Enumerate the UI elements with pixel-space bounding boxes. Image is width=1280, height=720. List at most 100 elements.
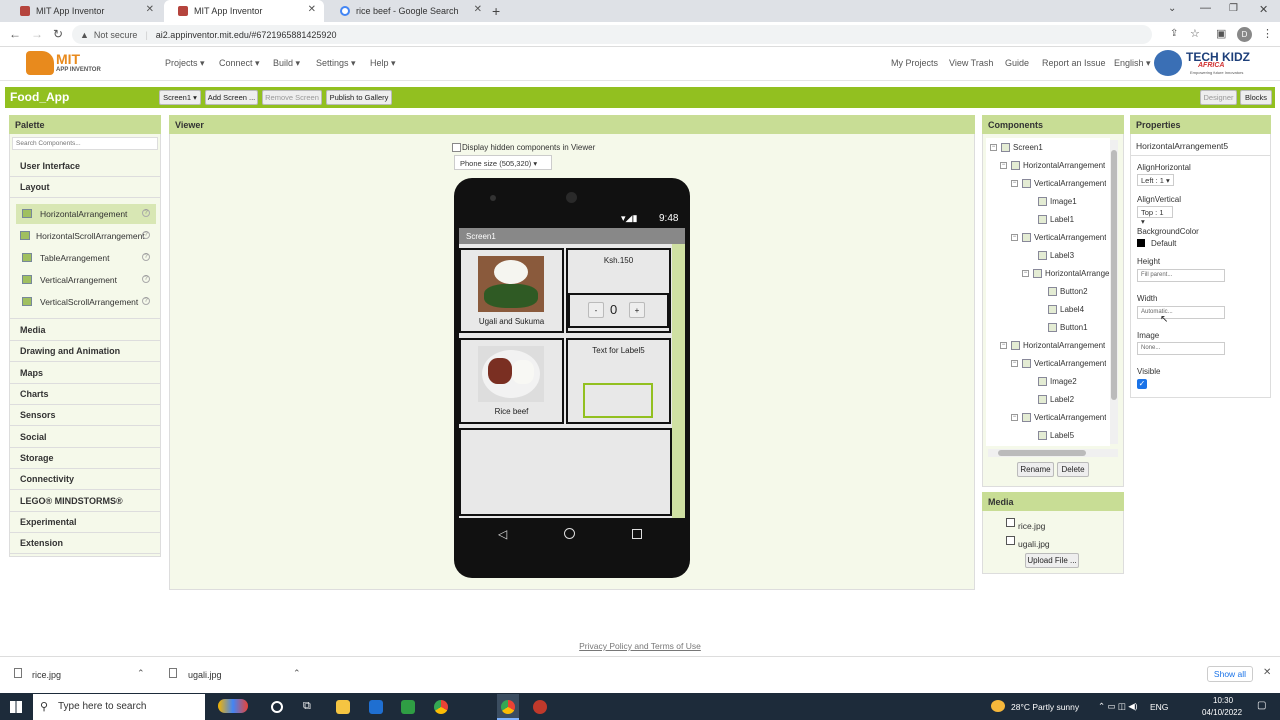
menu-projects[interactable]: Projects ▾ <box>165 58 205 69</box>
close-icon[interactable]: ✕ <box>146 4 154 15</box>
button1-plus[interactable]: + <box>629 302 645 318</box>
horizontal-arrangement-empty[interactable] <box>459 428 672 516</box>
collapse-icon[interactable]: − <box>1022 270 1029 278</box>
weather-text[interactable]: 28°C Partly sunny <box>1011 702 1079 712</box>
help-icon[interactable]: ? <box>142 275 150 283</box>
mail-icon[interactable] <box>369 700 383 714</box>
media-file-ugali[interactable]: ugali.jpg <box>1018 539 1050 549</box>
palette-cat-lego[interactable]: LEGO® MINDSTORMS® <box>10 492 160 512</box>
tree-node[interactable]: Image1 <box>1038 197 1077 207</box>
tree-vertical-scrollbar[interactable] <box>1110 140 1118 444</box>
palette-cat-storage[interactable]: Storage <box>10 449 160 469</box>
palette-cat-drawing[interactable]: Drawing and Animation <box>10 342 160 362</box>
blocks-button[interactable]: Blocks <box>1240 90 1272 105</box>
language-select[interactable]: English ▾ <box>1114 58 1151 69</box>
link-my-projects[interactable]: My Projects <box>891 58 938 68</box>
tree-node[interactable]: Label4 <box>1048 305 1084 315</box>
collapse-icon[interactable]: − <box>1000 162 1007 170</box>
screen-select[interactable]: Screen1 ▾ <box>159 90 201 105</box>
tree-node[interactable]: − HorizontalArrangement <box>1000 161 1105 171</box>
tree-node[interactable]: Image2 <box>1038 377 1077 387</box>
chrome-active-icon[interactable] <box>501 700 515 714</box>
palette-item-vertical-arrangement[interactable]: VerticalArrangement ? <box>16 270 156 290</box>
add-screen-button[interactable]: Add Screen ... <box>205 90 258 105</box>
prop-bgcolor-value[interactable]: Default <box>1151 239 1176 248</box>
palette-item-horizontal-arrangement[interactable]: HorizontalArrangement ? <box>16 204 156 224</box>
horizontal-arrangement-5[interactable] <box>568 293 669 328</box>
clock-date[interactable]: 04/10/2022 <box>1202 708 1242 717</box>
help-icon[interactable]: ? <box>142 297 150 305</box>
palette-item-vertical-scroll-arrangement[interactable]: VerticalScrollArrangement ? <box>16 292 156 312</box>
palette-cat-social[interactable]: Social <box>10 428 160 448</box>
system-tray-icons[interactable]: ⌃ ▭ ◫ ◀) <box>1098 701 1138 712</box>
menu-connect[interactable]: Connect ▾ <box>219 58 260 69</box>
link-guide[interactable]: Guide <box>1005 58 1029 68</box>
upload-file-button[interactable]: Upload File ... <box>1025 553 1079 568</box>
button2-minus[interactable]: - <box>588 302 604 318</box>
collapse-icon[interactable]: − <box>990 144 997 152</box>
palette-cat-user-interface[interactable]: User Interface <box>10 157 160 177</box>
privacy-link[interactable]: Privacy Policy and Terms of Use <box>0 641 1280 651</box>
collapse-icon[interactable]: − <box>1000 342 1007 350</box>
palette-cat-charts[interactable]: Charts <box>10 385 160 405</box>
palette-search-input[interactable] <box>12 137 158 150</box>
tree-node-screen1[interactable]: − Screen1 <box>990 143 1043 153</box>
download-item-ugali[interactable]: ugali.jpg <box>188 670 222 680</box>
selected-arrangement[interactable] <box>583 383 653 418</box>
tree-node-selected[interactable]: −HorizontalArrangement <box>1022 269 1110 279</box>
forward-icon[interactable]: → <box>31 27 43 41</box>
hidden-components-checkbox[interactable] <box>452 143 461 152</box>
input-language[interactable]: ENG <box>1150 702 1168 712</box>
share-icon[interactable]: ⇪ <box>1170 28 1178 39</box>
color-swatch[interactable] <box>1137 239 1145 247</box>
tree-node[interactable]: Label5 <box>1038 431 1074 441</box>
palette-cat-connectivity[interactable]: Connectivity <box>10 470 160 490</box>
side-panel-icon[interactable]: ▣ <box>1216 27 1226 40</box>
prop-image-input[interactable]: None... <box>1137 342 1225 355</box>
reload-icon[interactable]: ↻ <box>53 27 63 41</box>
palette-cat-sensors[interactable]: Sensors <box>10 406 160 426</box>
prop-width-input[interactable]: Automatic... <box>1137 306 1225 319</box>
tree-node[interactable]: Label3 <box>1038 251 1074 261</box>
cortana-icon[interactable] <box>271 701 283 713</box>
widgets-icon[interactable] <box>218 699 248 713</box>
close-icon[interactable]: ✕ <box>474 4 482 15</box>
remove-screen-button[interactable]: Remove Screen <box>262 90 322 105</box>
minimize-icon[interactable]: — <box>1200 2 1211 14</box>
windows-start-icon[interactable] <box>10 701 22 713</box>
palette-item-table-arrangement[interactable]: TableArrangement ? <box>16 248 156 268</box>
collapse-icon[interactable]: − <box>1011 360 1018 368</box>
collapse-icon[interactable]: − <box>1011 180 1018 188</box>
palette-cat-experimental[interactable]: Experimental <box>10 513 160 533</box>
maximize-icon[interactable]: ❐ <box>1229 3 1238 14</box>
palette-item-horizontal-scroll-arrangement[interactable]: HorizontalScrollArrangement ? <box>16 226 156 246</box>
tree-node[interactable]: − VerticalArrangement <box>1011 413 1106 423</box>
more-menu-icon[interactable]: ⋮ <box>1262 27 1273 40</box>
prop-align-vertical-select[interactable]: Top : 1 ▾ <box>1137 206 1173 226</box>
collapse-icon[interactable]: − <box>1011 234 1018 242</box>
tree-node[interactable]: − VerticalArrangement <box>1011 233 1106 243</box>
palette-cat-layout[interactable]: Layout <box>10 178 160 198</box>
link-report-issue[interactable]: Report an Issue <box>1042 58 1106 68</box>
tree-node[interactable]: Label2 <box>1038 395 1074 405</box>
help-icon[interactable]: ? <box>142 253 150 261</box>
url-bar[interactable]: ▲ Not secure | ai2.appinventor.mit.edu/#… <box>72 25 1152 44</box>
image1-ugali[interactable] <box>478 256 544 312</box>
phone-size-select[interactable]: Phone size (505,320) ▾ <box>454 155 552 170</box>
prop-visible-checkbox[interactable]: ✓ <box>1137 379 1147 389</box>
tree-node[interactable]: − VerticalArrangement <box>1011 179 1106 189</box>
browser-tab-1[interactable]: MIT App Inventor ✕ <box>6 0 162 22</box>
close-icon[interactable]: ✕ <box>308 4 316 15</box>
profile-avatar[interactable]: D <box>1237 27 1252 42</box>
tree-node[interactable]: Button2 <box>1048 287 1088 297</box>
browser-tab-3[interactable]: rice beef - Google Search ✕ <box>326 0 490 22</box>
close-download-bar-icon[interactable]: ✕ <box>1263 667 1271 678</box>
tree-node[interactable]: − HorizontalArrangement <box>1000 341 1105 351</box>
chevron-up-icon[interactable]: ⌃ <box>293 668 301 679</box>
new-tab-icon[interactable]: + <box>492 3 500 19</box>
prop-align-horizontal-select[interactable]: Left : 1 ▾ <box>1137 174 1174 186</box>
show-all-button[interactable]: Show all <box>1207 666 1253 682</box>
rename-button[interactable]: Rename <box>1017 462 1054 477</box>
link-view-trash[interactable]: View Trash <box>949 58 993 68</box>
browser-tab-2[interactable]: MIT App Inventor ✕ <box>164 0 324 22</box>
